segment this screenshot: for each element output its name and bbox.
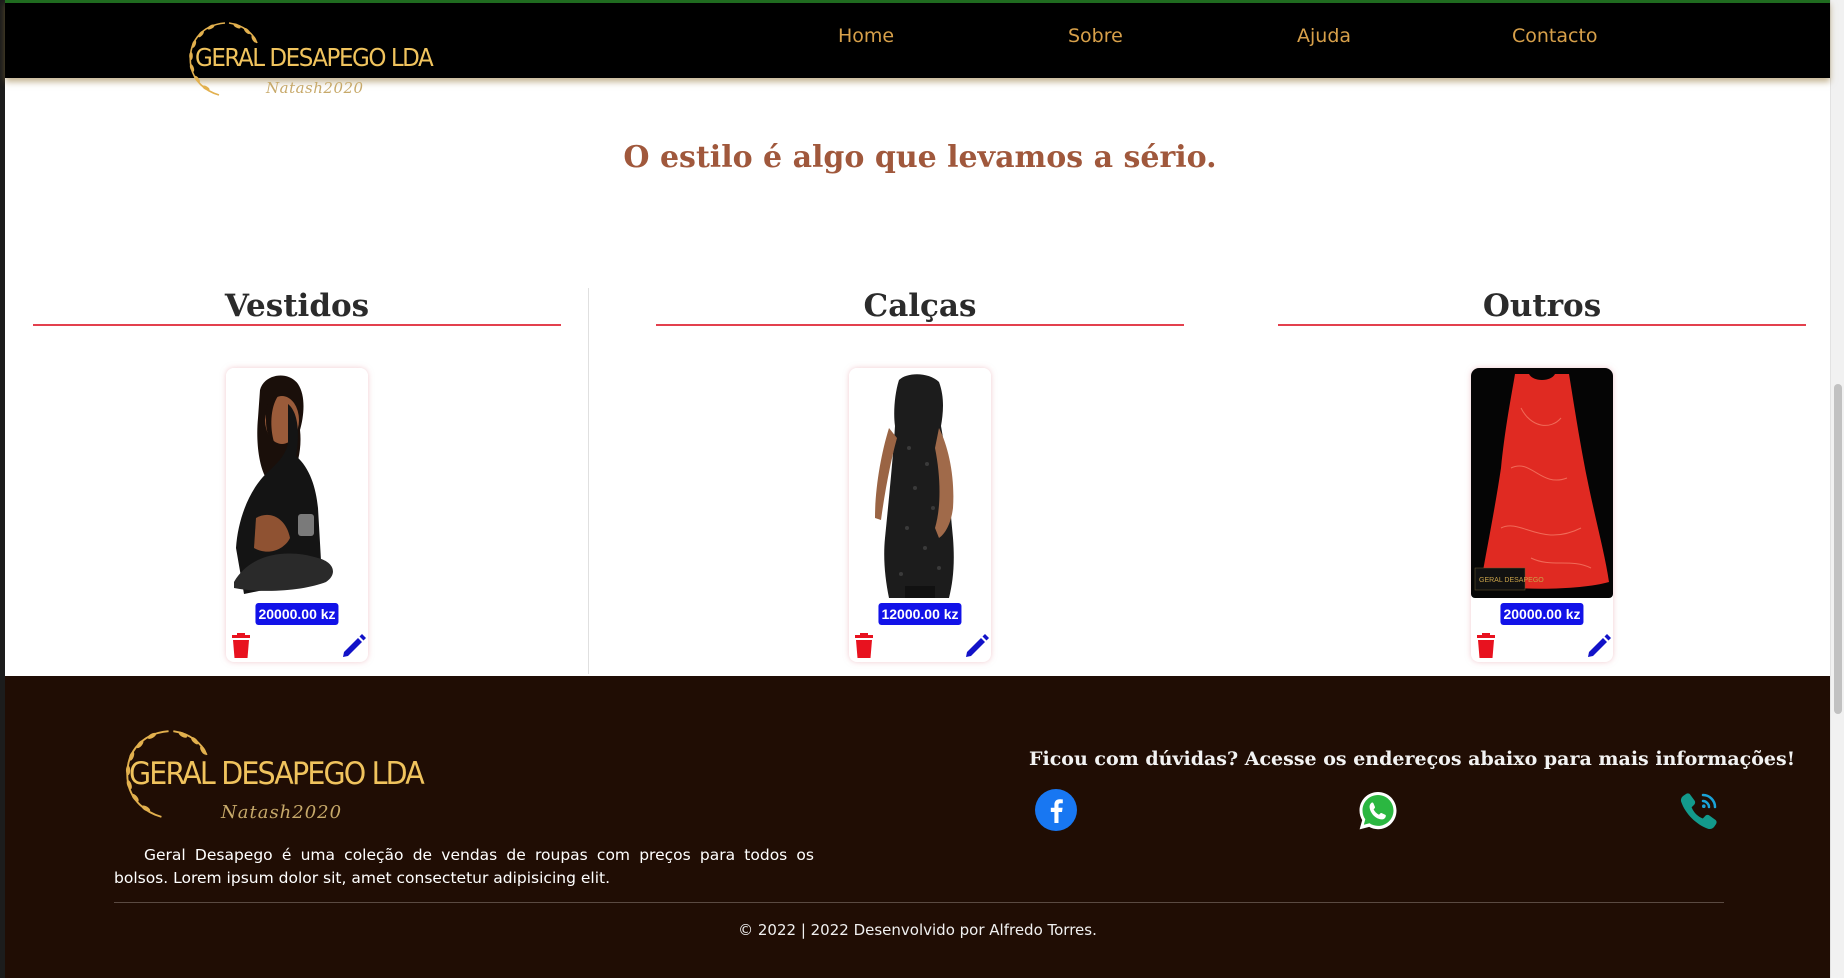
product-image xyxy=(849,368,991,598)
edit-icon[interactable] xyxy=(964,633,989,659)
svg-text:GERAL DESAPEGO: GERAL DESAPEGO xyxy=(1479,577,1544,584)
category-title: Calças xyxy=(863,288,977,324)
footer-brand-name: GERAL DESAPEGO LDA xyxy=(129,756,425,792)
brand-logo[interactable]: GERAL DESAPEGO LDA Natash2020 xyxy=(181,17,434,107)
footer-description: Geral Desapego é uma coleção de vendas d… xyxy=(114,846,814,887)
category-divider xyxy=(1278,324,1806,326)
facebook-icon[interactable] xyxy=(1035,789,1077,831)
navbar: GERAL DESAPEGO LDA Natash2020 Home Sobre… xyxy=(5,0,1830,97)
category-vestidos: Vestidos 20000.00 kz xyxy=(33,288,561,674)
category-title: Vestidos xyxy=(224,288,370,324)
nav-link-contacto[interactable]: Contacto xyxy=(1512,25,1598,47)
trash-icon[interactable] xyxy=(229,633,253,659)
trash-icon[interactable] xyxy=(1474,633,1498,659)
column-divider xyxy=(588,288,589,674)
product-image: GERAL DESAPEGO xyxy=(1471,368,1613,598)
footer-brand-signature: Natash2020 xyxy=(221,802,343,823)
footer: GERAL DESAPEGO LDA Natash2020 Geral Desa… xyxy=(5,676,1830,978)
page-tagline: O estilo é algo que levamos a sério. xyxy=(623,140,1217,175)
price-badge: 20000.00 kz xyxy=(255,603,339,625)
page: GERAL DESAPEGO LDA Natash2020 Home Sobre… xyxy=(0,0,1844,978)
phone-icon[interactable] xyxy=(1677,789,1719,831)
scrollbar-thumb[interactable] xyxy=(1834,384,1842,714)
page-scrollbar[interactable] xyxy=(1830,0,1844,978)
category-outros: Outros GERAL DESAPEGO 20000.00 kz xyxy=(1278,288,1806,674)
category-divider xyxy=(656,324,1184,326)
price-badge: 12000.00 kz xyxy=(878,603,962,625)
whatsapp-icon[interactable] xyxy=(1356,789,1398,831)
edit-icon[interactable] xyxy=(1586,633,1611,659)
nav-link-ajuda[interactable]: Ajuda xyxy=(1297,25,1351,47)
category-divider xyxy=(33,324,561,326)
product-card[interactable]: 12000.00 kz xyxy=(849,368,991,662)
brand-name: GERAL DESAPEGO LDA xyxy=(195,43,434,72)
nav-link-home[interactable]: Home xyxy=(838,25,894,47)
footer-question: Ficou com dúvidas? Acesse os endereços a… xyxy=(1029,748,1796,770)
category-calcas: Calças 12000.00 kz xyxy=(656,288,1184,674)
footer-divider xyxy=(114,902,1724,903)
product-card[interactable]: 20000.00 kz xyxy=(226,368,368,662)
copyright-text: © 2022 | 2022 Desenvolvido por Alfredo T… xyxy=(738,921,1097,939)
product-card[interactable]: GERAL DESAPEGO 20000.00 kz xyxy=(1471,368,1613,662)
trash-icon[interactable] xyxy=(852,633,876,659)
product-image xyxy=(226,368,368,598)
price-badge: 20000.00 kz xyxy=(1500,603,1584,625)
brand-signature: Natash2020 xyxy=(266,79,364,97)
category-title: Outros xyxy=(1482,288,1602,324)
nav-link-sobre[interactable]: Sobre xyxy=(1068,25,1123,47)
edit-icon[interactable] xyxy=(341,633,366,659)
footer-brand-logo: GERAL DESAPEGO LDA Natash2020 xyxy=(115,724,425,824)
